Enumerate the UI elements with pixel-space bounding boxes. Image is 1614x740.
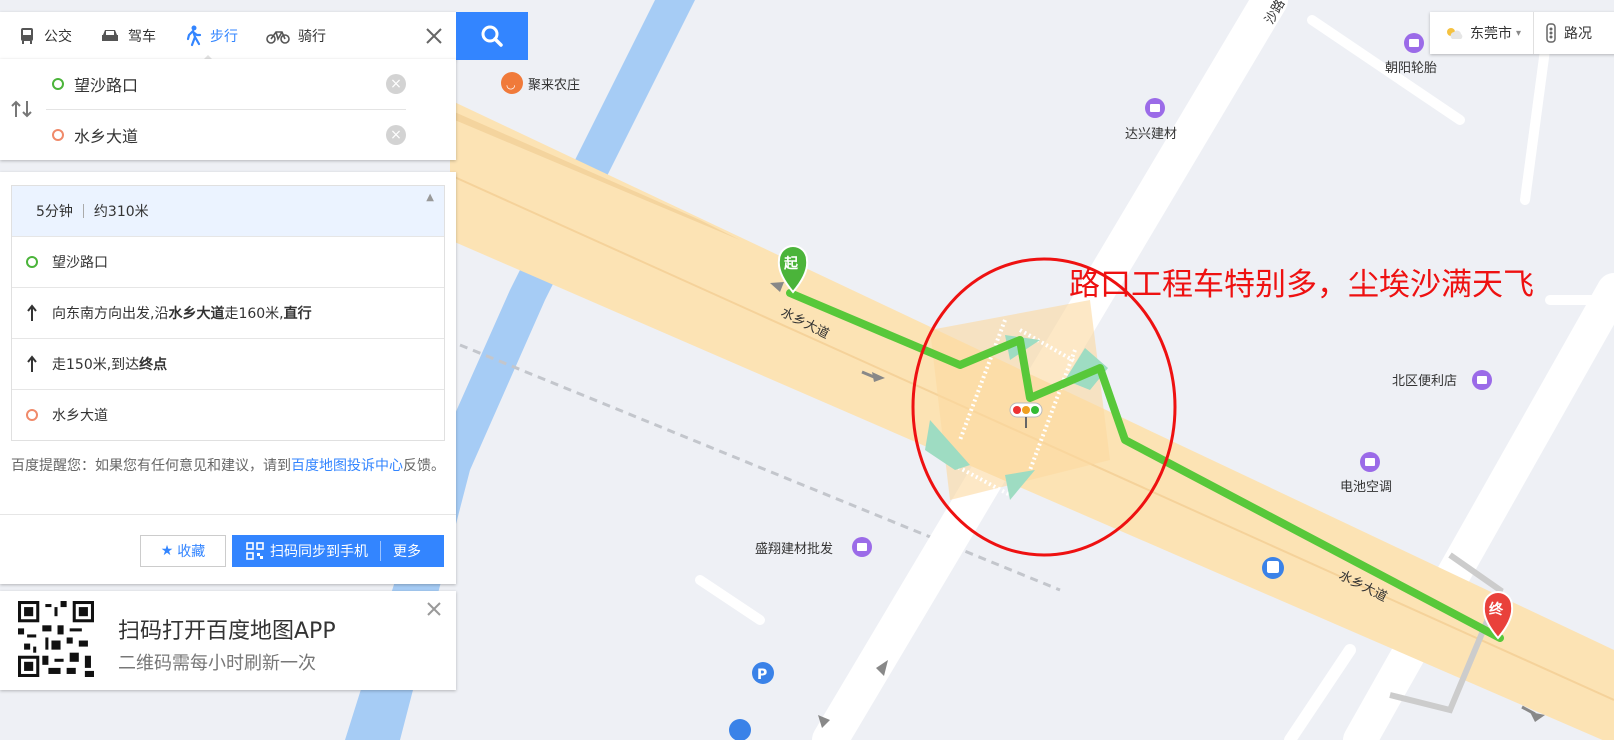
step-text: 向东南方向出发,沿水乡大道走160米,直行 — [52, 306, 312, 322]
svg-text:终: 终 — [1489, 601, 1504, 618]
svg-text:盛翔建材批发: 盛翔建材批发 — [755, 541, 833, 557]
qr-code-image — [18, 601, 94, 677]
tab-bus-label: 公交 — [44, 28, 72, 45]
end-input[interactable]: 水乡大道 × — [46, 110, 406, 160]
favorite-button[interactable]: ★ 收藏 — [140, 535, 226, 567]
complaint-center-link[interactable]: 百度地图投诉中心 — [291, 458, 403, 474]
tab-bike[interactable]: 骑行 — [248, 12, 336, 59]
divider — [0, 514, 456, 515]
star-icon: ★ — [160, 543, 174, 559]
traffic-light-icon — [1546, 23, 1556, 43]
traffic-label: 路况 — [1564, 26, 1593, 42]
weather-icon — [1447, 28, 1463, 39]
tab-bike-label: 骑行 — [298, 28, 326, 45]
bus-stop-icon[interactable] — [1262, 557, 1284, 579]
close-qr-button[interactable] — [426, 601, 446, 621]
close-route-button[interactable] — [420, 22, 448, 50]
svg-text:P: P — [757, 667, 767, 683]
collapse-icon[interactable]: ▲ — [426, 192, 434, 203]
step-end: 水乡大道 — [12, 389, 444, 440]
route-steps-list: 5分钟 约310米 ▲ 望沙路口 向东南方向出发,沿水乡大道走160米,直行 走… — [11, 185, 445, 441]
arrow-up-icon — [27, 355, 37, 372]
city-switcher[interactable]: 东莞市 ▾ — [1430, 12, 1535, 54]
svg-text:北区便利店: 北区便利店 — [1392, 374, 1457, 389]
step-text: 望沙路口 — [52, 255, 108, 271]
annotation-text: 路口工程车特别多，尘埃沙满天飞 — [1069, 267, 1534, 303]
svg-text:◡: ◡ — [506, 78, 516, 91]
route-inputs: 望沙路口 × 水乡大道 × — [0, 59, 456, 160]
route-summary[interactable]: 5分钟 约310米 ▲ — [12, 186, 444, 236]
sync-actions: 扫码同步到手机 更多 — [232, 535, 444, 567]
car-icon — [102, 29, 118, 41]
svg-text:达兴建材: 达兴建材 — [1125, 127, 1177, 142]
app-download-panel: 扫码打开百度地图APP 二维码需每小时刷新一次 — [0, 591, 456, 690]
svg-text:起: 起 — [783, 255, 799, 272]
route-results: 5分钟 约310米 ▲ 望沙路口 向东南方向出发,沿水乡大道走160米,直行 走… — [0, 172, 456, 584]
step-1[interactable]: 向东南方向出发,沿水乡大道走160米,直行 — [12, 287, 444, 338]
bicycle-icon — [266, 30, 290, 44]
svg-text:聚来农庄: 聚来农庄 — [528, 77, 580, 93]
travel-mode-tabs: 公交 驾车 步行 骑行 — [0, 12, 456, 60]
search-icon — [481, 25, 503, 47]
start-input-value: 望沙路口 — [74, 76, 139, 95]
sync-to-phone-button[interactable]: 扫码同步到手机 — [232, 535, 368, 567]
walking-icon — [186, 25, 202, 46]
bus-stop-icon[interactable] — [729, 719, 751, 740]
tab-bus[interactable]: 公交 — [0, 12, 82, 59]
parking-icon[interactable]: P — [752, 662, 774, 684]
tab-walk-label: 步行 — [210, 28, 238, 45]
tab-drive-label: 驾车 — [128, 28, 156, 45]
qr-code-icon — [246, 542, 264, 560]
map-top-controls: 东莞市 ▾ 路况 — [1430, 12, 1614, 54]
close-icon — [426, 27, 442, 44]
swap-button[interactable] — [10, 99, 34, 123]
route-distance: 约310米 — [93, 204, 149, 220]
app-promo-subtitle: 二维码需每小时刷新一次 — [118, 653, 316, 674]
app-promo-title: 扫码打开百度地图APP — [118, 619, 336, 644]
city-name: 东莞市 — [1470, 26, 1512, 42]
chevron-down-icon: ▾ — [1516, 27, 1522, 39]
step-start: 望沙路口 — [12, 236, 444, 287]
end-dot-icon — [26, 409, 38, 421]
step-text: 水乡大道 — [52, 408, 108, 424]
clear-start-button[interactable]: × — [386, 74, 406, 94]
tab-walk[interactable]: 步行 — [166, 12, 248, 60]
start-dot-icon — [26, 256, 38, 268]
arrow-up-icon — [27, 304, 37, 321]
end-dot-icon — [52, 129, 64, 141]
step-2[interactable]: 走150米,到达终点 — [12, 338, 444, 389]
end-input-value: 水乡大道 — [74, 127, 139, 146]
close-icon — [427, 602, 441, 616]
bus-icon — [21, 27, 33, 44]
more-button[interactable]: 更多 — [393, 541, 421, 561]
step-text: 走150米,到达终点 — [52, 357, 168, 373]
feedback-tip: 百度提醒您：如果您有任何意见和建议，请到百度地图投诉中心反馈。 — [11, 458, 445, 474]
clear-end-button[interactable]: × — [386, 125, 406, 145]
svg-text:电池空调: 电池空调 — [1340, 480, 1392, 495]
swap-icon — [11, 100, 32, 118]
search-button[interactable] — [456, 12, 528, 60]
start-input[interactable]: 望沙路口 × — [46, 59, 406, 110]
svg-text:朝阳轮胎: 朝阳轮胎 — [1385, 61, 1437, 76]
tab-drive[interactable]: 驾车 — [82, 12, 166, 59]
route-duration: 5分钟 — [36, 204, 73, 220]
start-dot-icon — [52, 78, 64, 90]
traffic-toggle[interactable]: 路况 — [1534, 23, 1592, 43]
